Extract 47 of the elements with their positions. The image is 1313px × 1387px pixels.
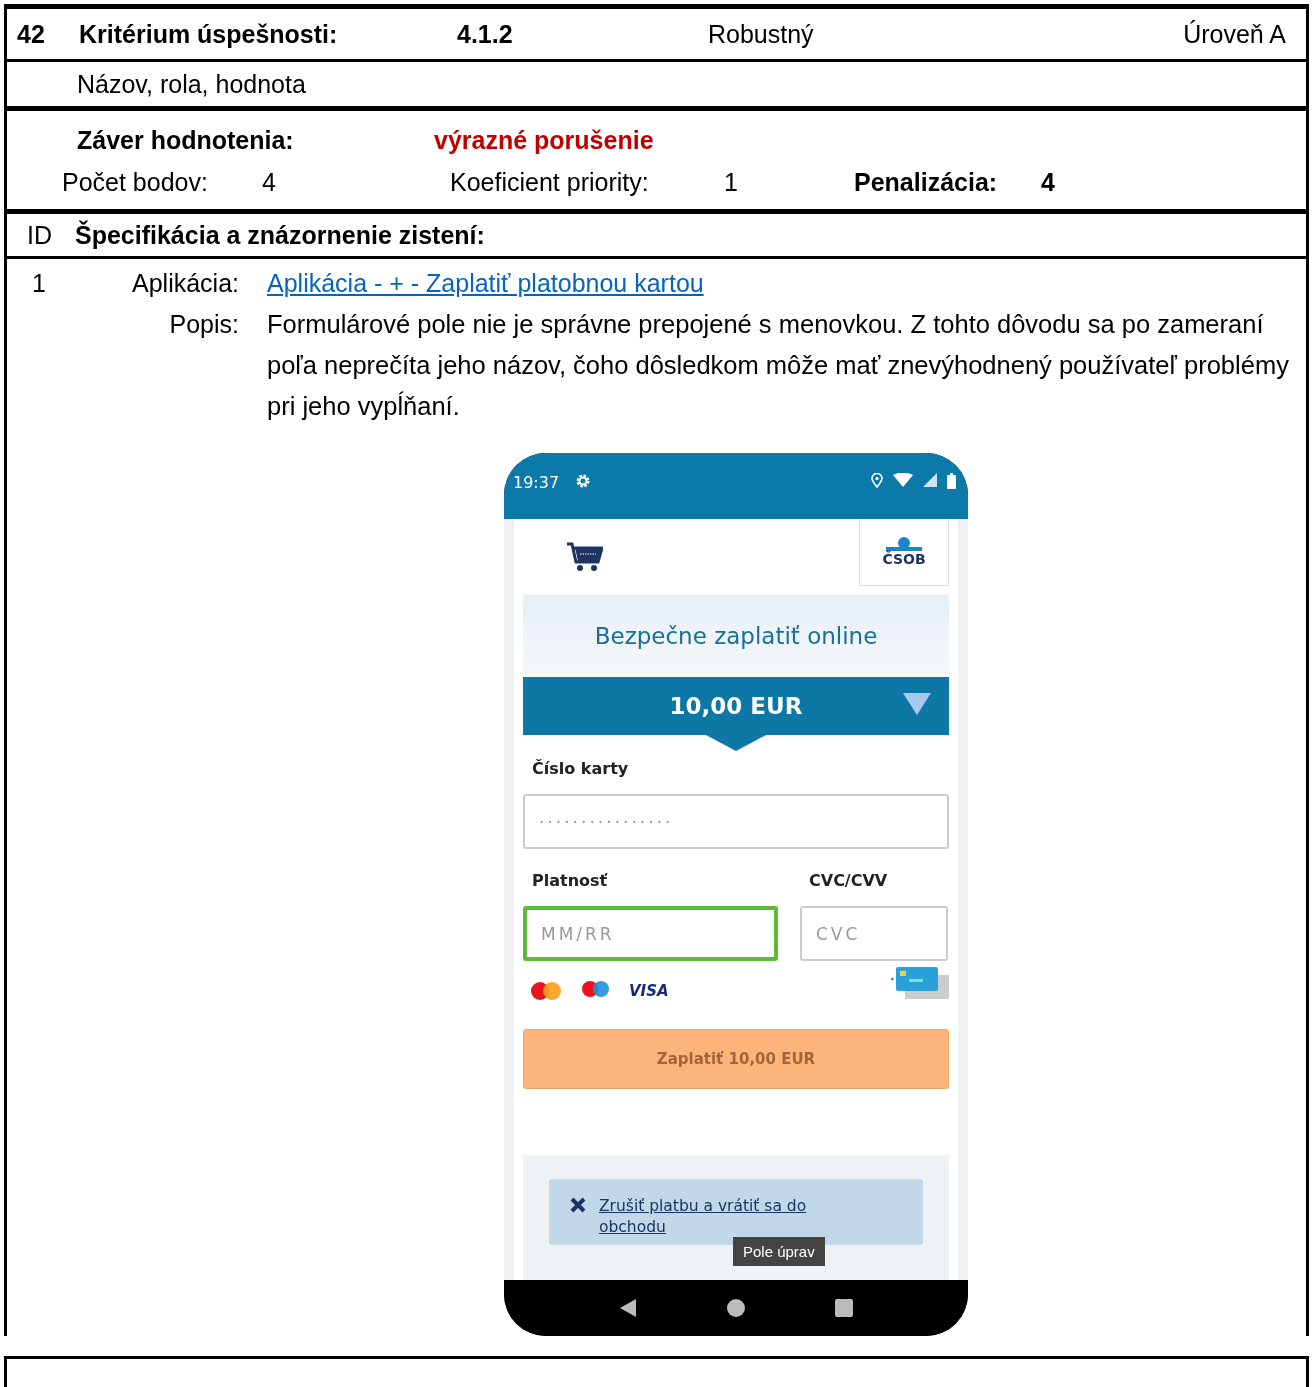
priority-value: 1	[724, 167, 739, 197]
shopping-cart-icon	[567, 542, 603, 572]
recents-icon[interactable]	[834, 1298, 854, 1318]
penalty-label: Penalizácia:	[854, 167, 999, 197]
status-time: 19:37	[513, 473, 560, 492]
back-icon[interactable]	[618, 1298, 638, 1318]
field-label: CVC/CVV	[808, 871, 889, 890]
cvc-field[interactable]: CVC	[800, 906, 948, 961]
bank-logo: ČSOB	[859, 519, 949, 586]
card-brand: VISA	[629, 982, 669, 1000]
wifi-icon	[893, 473, 913, 487]
points-value: 4	[262, 167, 277, 197]
credit-card-icon	[891, 965, 949, 999]
pointer-icon	[706, 735, 766, 751]
criterion-code: 4.1.2	[457, 19, 514, 49]
cancel-link[interactable]: Zrušiť platbu a vrátiť sa do obchodu	[599, 1196, 849, 1238]
penalty-value: 4	[1041, 167, 1056, 197]
location-icon	[871, 473, 883, 488]
evaluation-label: Záver hodnotenia:	[77, 125, 295, 155]
home-icon[interactable]	[726, 1298, 746, 1318]
app-link[interactable]: Aplikácia - + - Zaplatiť platobnou kartou	[267, 263, 704, 304]
app-label: Aplikácia:	[131, 268, 240, 299]
dropdown-triangle-icon	[903, 693, 931, 715]
findings-header: Špecifikácia a znázornenie zistení:	[75, 220, 485, 250]
principle: Robustný	[708, 19, 815, 49]
id-header: ID	[27, 220, 52, 250]
expiry-field[interactable]: MM/RR	[523, 906, 778, 961]
page-title: Bezpečne zaplatiť online	[523, 595, 949, 677]
card-number-field[interactable]: ················	[523, 794, 949, 849]
criterion-number: 42	[17, 19, 46, 49]
description-label: Popis:	[168, 309, 240, 340]
points-label: Počet bodov:	[62, 167, 209, 197]
finding-id: 1	[31, 268, 47, 299]
battery-icon	[947, 473, 956, 489]
description-text: Formulárové pole nie je správne prepojené s menovkou. Z tohto dôvodu sa po zameraní poľa neprečíta jeho názov, čoho dôsledkom môže mať znevýhodnený používateľ problémy pri jeho vypĺňaní.	[267, 309, 1290, 422]
field-label: Číslo karty	[531, 759, 630, 778]
criterion-name: Názov, rola, hodnota	[77, 69, 306, 99]
priority-label: Koeficient priority:	[450, 167, 650, 197]
settings-icon	[575, 473, 592, 489]
tooltip: Pole úprav	[733, 1237, 825, 1266]
field-label: Platnosť	[531, 871, 609, 890]
signal-icon	[923, 473, 937, 487]
evaluation-verdict: výrazné porušenie	[434, 125, 655, 155]
conformance-level: Úroveň A	[1183, 19, 1286, 49]
mastercard-icon	[529, 981, 563, 1001]
close-icon	[569, 1196, 587, 1214]
criterion-label: Kritérium úspešnosti:	[79, 19, 339, 49]
